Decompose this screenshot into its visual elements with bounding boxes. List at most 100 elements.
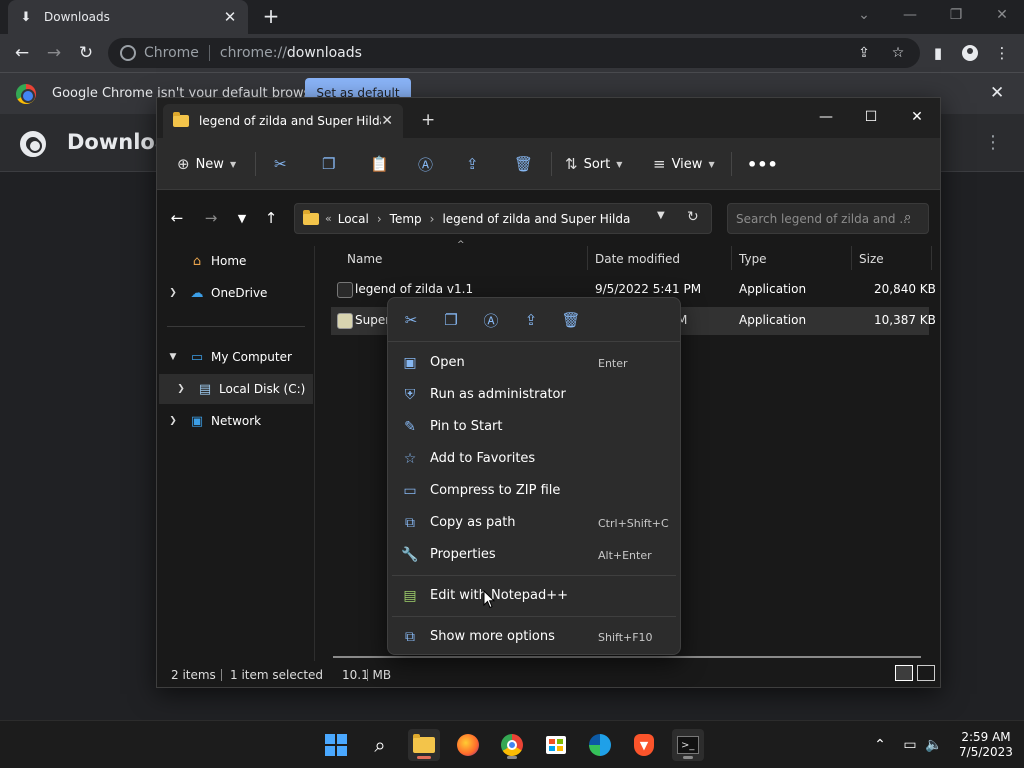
up-arrow-icon[interactable]: ↑ [259, 206, 283, 230]
address-bar[interactable]: « Local › Temp › legend of zilda and Sup… [294, 203, 712, 234]
share-button[interactable]: ⇪ [466, 150, 485, 178]
breadcrumb-local[interactable]: Local [338, 212, 369, 226]
back-arrow-icon[interactable]: ← [9, 40, 35, 66]
menu-item-edit-notepad[interactable]: ▤ Edit with Notepad++ [392, 580, 676, 612]
bookmark-star-icon[interactable]: ☆ [884, 38, 912, 68]
view-button[interactable]: ≡ View ▼ [653, 150, 715, 178]
new-tab-icon[interactable]: + [260, 6, 282, 28]
wrench-icon: 🔧 [401, 547, 419, 563]
rename-button[interactable]: Ⓐ [418, 150, 439, 178]
nav-item-home[interactable]: ⌂ Home [165, 246, 311, 276]
brave-icon[interactable]: ▼ [628, 729, 660, 761]
column-divider[interactable] [851, 246, 852, 270]
back-arrow-icon[interactable]: ← [165, 206, 189, 230]
details-view-icon[interactable] [895, 665, 913, 681]
chevron-right-icon[interactable]: ❯ [165, 416, 181, 426]
menu-item-properties[interactable]: 🔧 Properties Alt+Enter [392, 539, 676, 571]
taskbar-clock[interactable]: 2:59 AM 7/5/2023 [955, 730, 1017, 760]
menu-item-run-as-admin[interactable]: ⛨ Run as administrator [392, 379, 676, 411]
breadcrumb-temp[interactable]: Temp [390, 212, 422, 226]
toolbar-divider [551, 152, 552, 176]
nav-item-local-disk[interactable]: ❯ ▤ Local Disk (C:) [159, 374, 313, 404]
maximize-icon[interactable]: ☐ [856, 104, 886, 130]
reload-icon[interactable]: ↻ [73, 40, 99, 66]
delete-button[interactable]: 🗑 [514, 150, 539, 178]
tab-search-icon[interactable]: ⌄ [848, 4, 880, 26]
close-tab-icon[interactable]: ✕ [381, 113, 393, 129]
network-icon[interactable]: ▭ [900, 735, 920, 755]
profile-button[interactable] [957, 40, 983, 66]
breadcrumb-chevron-icon: › [429, 211, 435, 226]
recent-locations-icon[interactable]: ▼ [230, 206, 254, 230]
copy-button[interactable]: ❐ [322, 150, 341, 178]
chrome-menu-icon[interactable]: ⋮ [989, 40, 1015, 66]
chrome-taskbar-icon[interactable] [496, 729, 528, 761]
menu-item-pin-to-start[interactable]: ✎ Pin to Start [392, 411, 676, 443]
copy-icon[interactable]: ❐ [438, 308, 464, 332]
chrome-tab-title: Downloads [44, 10, 110, 24]
column-divider[interactable] [731, 246, 732, 270]
column-header-name[interactable]: Name [347, 252, 382, 266]
trash-icon: 🗑 [514, 155, 534, 173]
more-options-icon[interactable]: ••• [747, 150, 778, 178]
new-tab-icon[interactable]: + [421, 110, 435, 130]
chrome-tab-downloads[interactable]: ⬇ Downloads ✕ [8, 0, 248, 34]
column-header-date[interactable]: Date modified [595, 252, 680, 266]
file-explorer-taskbar-icon[interactable] [408, 729, 440, 761]
more-options-icon: ⧉ [405, 629, 415, 645]
cut-button[interactable]: ✂ [274, 150, 293, 178]
sort-button[interactable]: ⇅ Sort ▼ [565, 150, 622, 178]
overflow-crumbs[interactable]: « [325, 212, 332, 225]
forward-arrow-icon[interactable]: → [199, 206, 223, 230]
close-tab-icon[interactable]: ✕ [222, 8, 238, 26]
omnibox[interactable]: Chrome chrome:// downloads ⇪ ☆ [108, 38, 920, 68]
tiles-view-icon[interactable] [917, 665, 935, 681]
minimize-icon[interactable]: — [894, 4, 926, 26]
nav-item-my-computer[interactable]: ▼ ▭ My Computer [165, 342, 311, 372]
more-actions-icon[interactable]: ⋮ [984, 132, 1002, 153]
column-divider[interactable] [587, 246, 588, 270]
menu-item-add-to-favorites[interactable]: ☆ Add to Favorites [392, 443, 676, 475]
cut-icon[interactable]: ✂ [398, 308, 424, 332]
side-panel-icon[interactable]: ▮ [925, 40, 951, 66]
chevron-up-icon[interactable]: ⌃ [870, 735, 890, 755]
horizontal-scrollbar[interactable] [333, 656, 921, 658]
forward-arrow-icon[interactable]: → [41, 40, 67, 66]
chevron-down-icon[interactable]: ▼ [165, 352, 181, 362]
chrome-site-icon [120, 45, 136, 61]
column-header-size[interactable]: Size [859, 252, 884, 266]
restore-icon[interactable]: ❐ [940, 4, 972, 26]
trash-icon[interactable]: 🗑 [558, 308, 584, 332]
menu-item-show-more-options[interactable]: ⧉ Show more options Shift+F10 [392, 621, 676, 653]
paste-button[interactable]: 📋 [370, 150, 395, 178]
close-window-icon[interactable]: ✕ [902, 104, 932, 130]
column-header-type[interactable]: Type [739, 252, 767, 266]
close-window-icon[interactable]: ✕ [986, 4, 1018, 26]
menu-item-open[interactable]: ▣ Open Enter [392, 347, 676, 379]
chevron-right-icon[interactable]: ❯ [173, 384, 189, 394]
edge-icon[interactable] [584, 729, 616, 761]
share-icon[interactable]: ⇪ [518, 308, 544, 332]
explorer-tab[interactable]: legend of zilda and Super Hilda ✕ [163, 104, 403, 138]
menu-item-compress-zip[interactable]: ▭ Compress to ZIP file [392, 475, 676, 507]
volume-icon[interactable]: 🔈 [924, 735, 944, 755]
minimize-icon[interactable]: — [811, 104, 841, 130]
menu-item-copy-as-path[interactable]: ⧉ Copy as path Ctrl+Shift+C [392, 507, 676, 539]
rename-icon[interactable]: Ⓐ [478, 308, 504, 332]
address-dropdown-icon[interactable]: ▼ [657, 210, 665, 221]
store-icon[interactable] [540, 729, 572, 761]
search-icon[interactable]: ⌕ [364, 729, 396, 761]
search-input[interactable]: Search legend of zilda and ... ⌕ [727, 203, 929, 234]
infobar-close-icon[interactable]: ✕ [990, 83, 1004, 103]
share-icon[interactable]: ⇪ [850, 38, 878, 68]
terminal-icon[interactable]: >_ [672, 729, 704, 761]
nav-item-onedrive[interactable]: ❯ ☁ OneDrive [165, 278, 311, 308]
firefox-icon[interactable] [452, 729, 484, 761]
nav-item-network[interactable]: ❯ ▣ Network [165, 406, 311, 436]
breadcrumb-current-folder[interactable]: legend of zilda and Super Hilda [442, 212, 630, 226]
chevron-right-icon[interactable]: ❯ [165, 288, 181, 298]
refresh-icon[interactable]: ↻ [687, 209, 699, 225]
column-divider[interactable] [931, 246, 932, 270]
new-button[interactable]: ⊕ New ▼ [177, 150, 236, 178]
start-button[interactable] [320, 729, 352, 761]
